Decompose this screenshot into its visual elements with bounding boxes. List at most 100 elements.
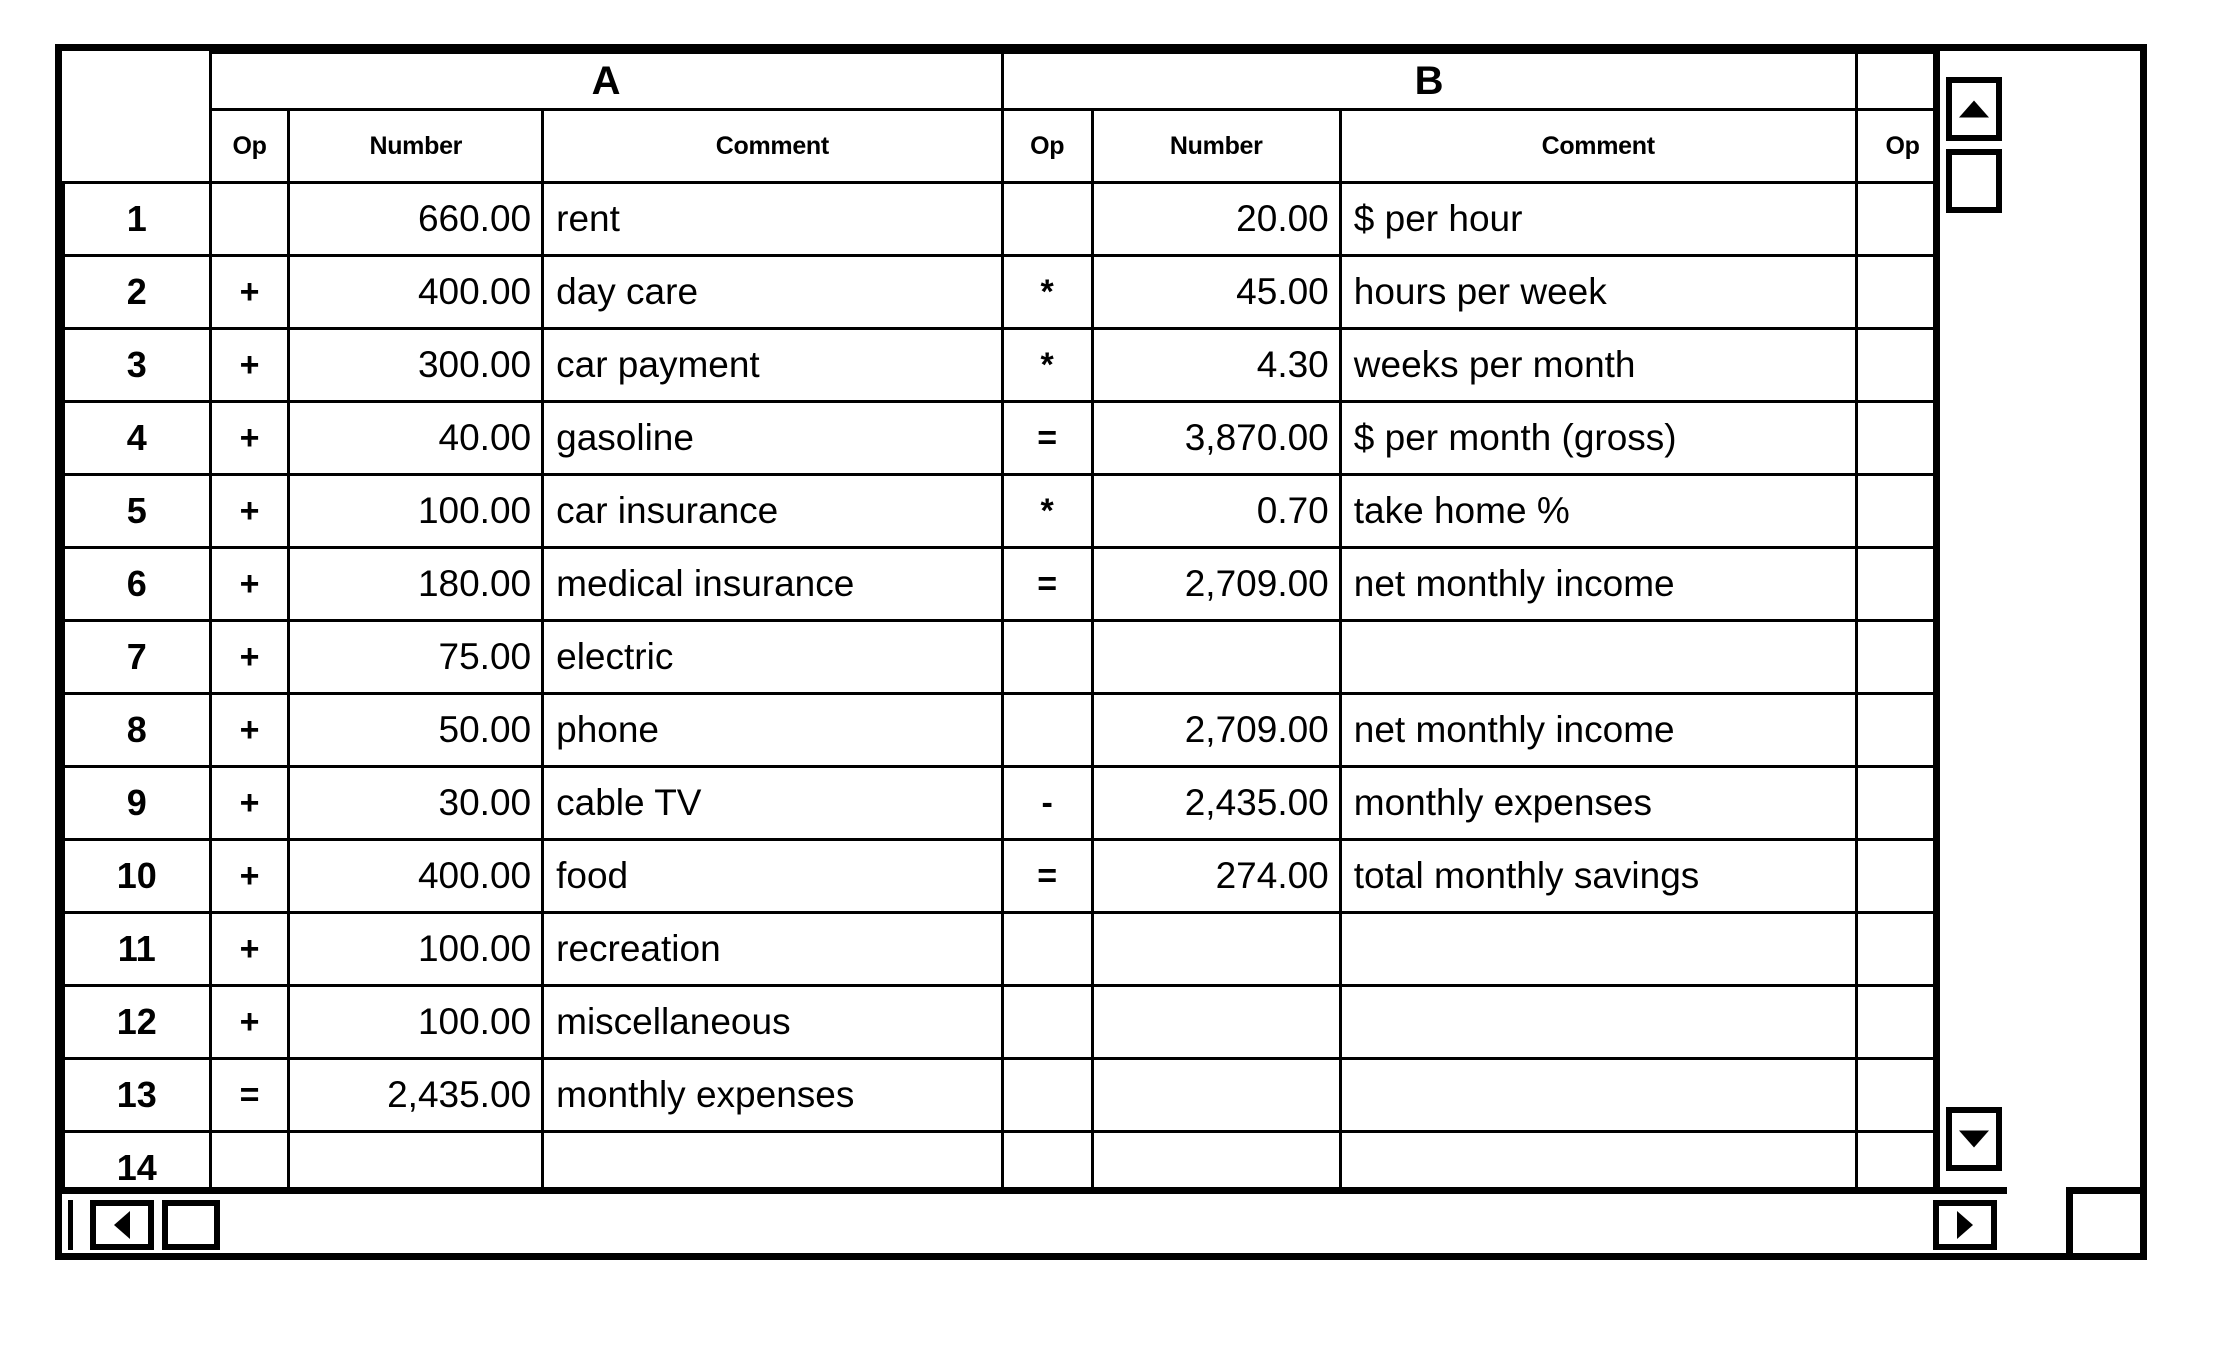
cell-number-a[interactable]: 300.00 [287,327,545,403]
cell-number-a[interactable]: 100.00 [287,984,545,1060]
vertical-scrollbar[interactable] [1933,51,2007,1193]
cell-number-b[interactable]: 274.00 [1090,838,1342,914]
cell-op-a[interactable]: + [208,473,291,549]
cell-op-a[interactable]: + [208,765,291,841]
cell-op-a[interactable]: + [208,984,291,1060]
cell-op-b[interactable]: * [1000,327,1094,403]
cell-comment-b[interactable]: net monthly income [1338,546,1858,622]
cell-op-a[interactable] [208,181,291,257]
cell-number-b[interactable] [1090,911,1342,987]
cell-comment-b[interactable] [1338,984,1858,1060]
cell-comment-a[interactable]: rent [541,181,1004,257]
cell-op-b[interactable] [1000,181,1094,257]
cell-number-a[interactable]: 180.00 [287,546,545,622]
cell-comment-b[interactable]: hours per week [1338,254,1858,330]
row-header[interactable]: 12 [62,984,212,1060]
cell-comment-b[interactable] [1338,1057,1858,1133]
cell-number-a[interactable]: 400.00 [287,254,545,330]
header-op-b[interactable]: Op [1000,108,1094,184]
cell-number-a[interactable]: 75.00 [287,619,545,695]
horizontal-scrollbar-thumb[interactable] [162,1200,220,1250]
cell-comment-a[interactable]: food [541,838,1004,914]
row-header[interactable]: 9 [62,765,212,841]
cell-op-b[interactable]: = [1000,400,1094,476]
vertical-scrollbar-thumb[interactable] [1946,149,2002,213]
cell-comment-b[interactable]: monthly expenses [1338,765,1858,841]
cell-number-a[interactable]: 40.00 [287,400,545,476]
header-op-a[interactable]: Op [208,108,291,184]
cell-op-a[interactable]: + [208,692,291,768]
header-comment-b[interactable]: Comment [1338,108,1858,184]
scroll-left-button[interactable] [90,1200,154,1250]
cell-number-a[interactable]: 100.00 [287,473,545,549]
row-header[interactable]: 6 [62,546,212,622]
cell-op-b[interactable] [1000,911,1094,987]
cell-comment-b[interactable]: weeks per month [1338,327,1858,403]
cell-op-a[interactable]: = [208,1057,291,1133]
row-header[interactable]: 1 [62,181,212,257]
cell-op-b[interactable] [1000,619,1094,695]
cell-op-b[interactable] [1000,692,1094,768]
cell-comment-a[interactable]: medical insurance [541,546,1004,622]
scroll-up-button[interactable] [1946,77,2002,141]
cell-comment-b[interactable] [1338,619,1858,695]
cell-number-b[interactable]: 20.00 [1090,181,1342,257]
cell-op-b[interactable]: * [1000,473,1094,549]
cell-comment-a[interactable]: miscellaneous [541,984,1004,1060]
header-comment-a[interactable]: Comment [541,108,1004,184]
cell-comment-b[interactable]: take home % [1338,473,1858,549]
row-header[interactable]: 3 [62,327,212,403]
cell-op-a[interactable]: + [208,838,291,914]
cell-op-b[interactable]: * [1000,254,1094,330]
cell-number-b[interactable]: 4.30 [1090,327,1342,403]
row-header[interactable]: 2 [62,254,212,330]
cell-number-b[interactable]: 3,870.00 [1090,400,1342,476]
cell-number-b[interactable]: 2,709.00 [1090,692,1342,768]
cell-op-a[interactable]: + [208,400,291,476]
cell-op-a[interactable]: + [208,911,291,987]
cell-number-b[interactable]: 2,709.00 [1090,546,1342,622]
cell-comment-a[interactable]: electric [541,619,1004,695]
cell-op-b[interactable] [1000,984,1094,1060]
row-header[interactable]: 5 [62,473,212,549]
row-header[interactable]: 11 [62,911,212,987]
horizontal-scrollbar[interactable] [62,1187,2007,1253]
cell-number-b[interactable]: 0.70 [1090,473,1342,549]
cell-comment-b[interactable] [1338,911,1858,987]
cell-number-a[interactable]: 50.00 [287,692,545,768]
cell-comment-a[interactable]: monthly expenses [541,1057,1004,1133]
header-number-a[interactable]: Number [287,108,545,184]
cell-op-b[interactable] [1000,1057,1094,1133]
cell-number-a[interactable]: 660.00 [287,181,545,257]
row-header[interactable]: 8 [62,692,212,768]
cell-number-b[interactable] [1090,984,1342,1060]
cell-comment-a[interactable]: day care [541,254,1004,330]
cell-number-b[interactable] [1090,1057,1342,1133]
row-header[interactable]: 4 [62,400,212,476]
cell-comment-b[interactable]: net monthly income [1338,692,1858,768]
cell-comment-a[interactable]: gasoline [541,400,1004,476]
cell-op-b[interactable]: = [1000,546,1094,622]
cell-comment-b[interactable]: $ per hour [1338,181,1858,257]
column-group-a[interactable]: A [208,51,1004,111]
row-header[interactable]: 7 [62,619,212,695]
row-header[interactable]: 13 [62,1057,212,1133]
cell-number-b[interactable]: 2,435.00 [1090,765,1342,841]
cell-number-b[interactable]: 45.00 [1090,254,1342,330]
scroll-right-button[interactable] [1933,1200,1997,1250]
cell-op-b[interactable]: - [1000,765,1094,841]
cell-op-a[interactable]: + [208,254,291,330]
cell-number-a[interactable]: 100.00 [287,911,545,987]
cell-comment-b[interactable]: $ per month (gross) [1338,400,1858,476]
header-number-b[interactable]: Number [1090,108,1342,184]
cell-number-a[interactable]: 400.00 [287,838,545,914]
scroll-down-button[interactable] [1946,1107,2002,1171]
cell-comment-a[interactable]: car insurance [541,473,1004,549]
cell-op-b[interactable]: = [1000,838,1094,914]
cell-comment-a[interactable]: car payment [541,327,1004,403]
row-header[interactable]: 10 [62,838,212,914]
cell-number-a[interactable]: 2,435.00 [287,1057,545,1133]
cell-number-a[interactable]: 30.00 [287,765,545,841]
cell-comment-a[interactable]: phone [541,692,1004,768]
column-group-b[interactable]: B [1000,51,1858,111]
